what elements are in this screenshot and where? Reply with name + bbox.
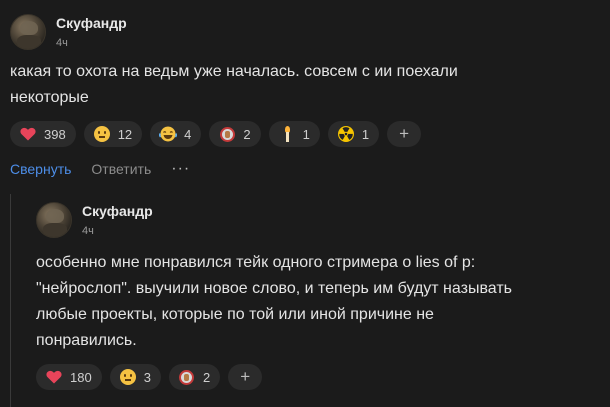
comment-text-line: какая то охота на ведьм уже началась. со… xyxy=(10,63,458,80)
collapse-button[interactable]: Свернуть xyxy=(10,161,71,177)
laughing-face-icon xyxy=(159,125,178,143)
reaction-heart[interactable]: 398 xyxy=(10,121,76,147)
reaction-count: 1 xyxy=(302,126,310,142)
comment-text: особенно мне понравился тейк одного стри… xyxy=(36,250,600,354)
reactions-bar: 180 3 2 + xyxy=(36,364,600,390)
reaction-heart[interactable]: 180 xyxy=(36,364,102,390)
comment-text-line: некоторые xyxy=(10,89,89,106)
comment-header: Скуфандр 4ч xyxy=(10,14,600,50)
author-name[interactable]: Скуфандр xyxy=(56,15,127,31)
timestamp: 4ч xyxy=(56,37,68,49)
comment-text-line: любые проекты, которые по той или иной п… xyxy=(36,306,434,323)
reply-comment: Скуфандр 4ч особенно мне понравился тейк… xyxy=(36,202,600,390)
reaction-laughing-face[interactable]: 4 xyxy=(150,121,202,147)
avatar[interactable] xyxy=(36,202,72,238)
comment-text: какая то охота на ведьм уже началась. со… xyxy=(10,59,600,111)
reaction-badge[interactable]: 2 xyxy=(209,121,261,147)
comment-text-line: "нейрослоп". выучили новое слово, и тепе… xyxy=(36,280,512,297)
author-name[interactable]: Скуфандр xyxy=(82,203,153,219)
comment-actions: Свернуть Ответить ··· xyxy=(10,160,600,178)
timestamp: 4ч xyxy=(82,225,94,237)
avatar[interactable] xyxy=(10,14,46,50)
reaction-count: 1 xyxy=(361,126,370,142)
comment-text-line: особенно мне понравился тейк одного стри… xyxy=(36,254,476,271)
reaction-count: 398 xyxy=(44,126,66,142)
comment-text-line: понравились. xyxy=(36,332,137,349)
reaction-count: 2 xyxy=(243,126,251,142)
heart-icon xyxy=(19,125,37,143)
reaction-neutral-face[interactable]: 12 xyxy=(83,121,143,147)
reaction-count: 4 xyxy=(184,126,192,142)
add-reaction-button[interactable]: + xyxy=(387,121,422,147)
heart-icon xyxy=(45,368,63,386)
reactions-bar: 398 12 4 2 1 1 + xyxy=(10,121,600,147)
reaction-radioactive[interactable]: 1 xyxy=(327,121,380,147)
reaction-neutral-face[interactable]: 3 xyxy=(109,364,161,390)
reaction-badge[interactable]: 2 xyxy=(168,364,221,390)
reaction-count: 12 xyxy=(117,126,133,142)
neutral-face-icon xyxy=(93,125,111,143)
add-reaction-button[interactable]: + xyxy=(228,364,263,390)
comment: Скуфандр 4ч какая то охота на ведьм уже … xyxy=(10,14,600,178)
badge-icon xyxy=(178,368,196,386)
more-options-icon[interactable]: ··· xyxy=(171,160,190,178)
thread-line xyxy=(10,194,11,407)
radioactive-icon xyxy=(337,125,355,143)
neutral-face-icon xyxy=(119,368,137,386)
reaction-count: 2 xyxy=(202,369,211,385)
badge-icon xyxy=(218,125,236,143)
reply-button[interactable]: Ответить xyxy=(91,161,151,177)
torch-icon xyxy=(278,125,296,143)
reaction-torch[interactable]: 1 xyxy=(268,121,320,147)
reaction-count: 3 xyxy=(143,369,151,385)
reaction-count: 180 xyxy=(70,369,92,385)
comment-header: Скуфандр 4ч xyxy=(36,202,600,238)
